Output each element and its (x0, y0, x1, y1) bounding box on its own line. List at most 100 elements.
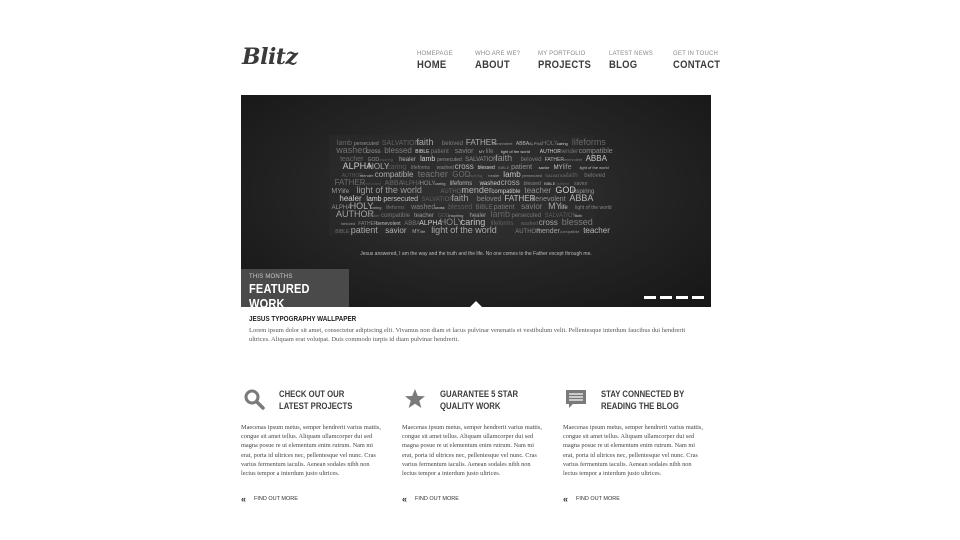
artwork-word: HOLY (542, 141, 558, 147)
artwork-word: lamb (420, 156, 435, 163)
artwork-word: SALVATION (545, 173, 567, 178)
find-out-more-link[interactable]: « FIND OUT MORE (241, 494, 298, 504)
artwork-word: ABBA (586, 154, 608, 163)
nav-item-contact[interactable]: GET IN TOUCH CONTACT (673, 50, 728, 72)
slider-dot[interactable] (644, 296, 656, 299)
feature-text: Maecenas ipsum metus, semper hendrerit v… (241, 424, 381, 478)
artwork-word: FATHER (545, 157, 565, 163)
artwork-word: HOLY (420, 181, 436, 187)
artwork-word: benevolent (493, 141, 513, 146)
nav-item-home[interactable]: HOMEPAGE HOME (417, 50, 453, 72)
artwork-word: mender (366, 213, 380, 218)
slider-pagination (644, 296, 704, 299)
artwork-word: caring (557, 141, 568, 146)
artwork-word: cross (539, 218, 558, 227)
artwork-word: light of the world (431, 225, 497, 235)
artwork-word: washed (521, 221, 538, 227)
artwork-word: persecuted (522, 173, 542, 178)
artwork-word: mender (558, 149, 578, 155)
nav-label: ABOUT (475, 59, 510, 71)
artwork-word: persecuted (383, 196, 418, 203)
artwork-quote: Jesus answered, I am the way and the tru… (360, 251, 592, 257)
artwork-word: life (563, 164, 572, 171)
artwork-word: ABBA (404, 221, 420, 227)
artwork-word: blessed (448, 204, 472, 211)
artwork-word: faith (566, 173, 577, 179)
artwork-word: compatible (375, 170, 414, 179)
find-out-more-link[interactable]: « FIND OUT MORE (563, 495, 620, 504)
artwork-word: compatible (381, 213, 411, 219)
main-navigation: HOMEPAGE HOME WHO ARE WE? ABOUT MY PORTF… (0, 50, 960, 80)
double-chevron-left-icon: « (241, 494, 247, 504)
feature-title: STAY CONNECTED BY READING THE BLOG (601, 389, 685, 411)
slider-dot[interactable] (692, 296, 704, 299)
featured-slider[interactable]: lamb persecuted SALVATION faith beloved FATHE… (241, 95, 711, 307)
artwork-word: savior (385, 226, 407, 235)
artwork-word: ABBA (516, 141, 530, 147)
featured-kicker: THIS MONTHS (249, 274, 293, 280)
artwork-word: patient (431, 149, 449, 155)
nav-subtitle: WHO ARE WE? (475, 51, 521, 57)
artwork-word: cross (501, 178, 520, 187)
nav-label: HOME (417, 59, 447, 71)
artwork-word: beloved (442, 141, 463, 147)
artwork-word: BIBLE (415, 149, 430, 155)
feature-text: Maecenas ipsum metus, semper hendrerit v… (563, 424, 703, 478)
artwork-word: inspiring (467, 173, 482, 178)
artwork-word: teacher (414, 213, 434, 219)
nav-subtitle: LATEST NEWS (609, 51, 653, 57)
artwork-word: life (486, 149, 494, 155)
nav-subtitle: MY PORTFOLIO (538, 51, 586, 57)
artwork-word: life (420, 229, 426, 234)
feature-text: Maecenas ipsum metus, semper hendrerit v… (402, 424, 542, 478)
artwork-word: light of the world (356, 185, 422, 195)
artwork-word: savior (574, 181, 588, 187)
slider-pointer (470, 301, 482, 307)
artwork-word: savior (455, 148, 474, 155)
artwork-word: ABBA (569, 193, 593, 203)
artwork-word: faith (416, 137, 433, 147)
artwork-word: mender (536, 228, 560, 235)
nav-subtitle: HOMEPAGE (417, 51, 453, 57)
nav-item-projects[interactable]: MY PORTFOLIO PROJECTS (538, 50, 600, 72)
find-out-more-link[interactable]: « FIND OUT MORE (402, 495, 459, 504)
artwork-word: lifeforms (572, 137, 607, 147)
feature-title: GUARANTEE 5 STAR QUALITY WORK (440, 389, 519, 411)
artwork-word: beloved (477, 196, 502, 203)
artwork-word: light of the world (575, 205, 612, 211)
artwork-word: faith (451, 193, 468, 203)
nav-label: BLOG (609, 59, 638, 71)
artwork-word: patient (351, 225, 379, 235)
search-icon (244, 389, 265, 410)
artwork-word: light of the world (580, 165, 609, 170)
slider-dot[interactable] (660, 296, 672, 299)
artwork-word: blessed (384, 146, 412, 155)
artwork-word: washed (410, 204, 435, 211)
artwork-word: benevolent (563, 157, 583, 162)
artwork-word: savior (521, 202, 543, 211)
artwork-word: ALPHA (529, 141, 542, 146)
star-icon (405, 389, 425, 408)
featured-title: FEATURED WORK (249, 281, 310, 307)
artwork-word: cross (366, 149, 380, 155)
artwork-word: BIBLE (335, 229, 350, 235)
artwork-word: MY (412, 229, 420, 235)
find-out-more-label: FIND OUT MORE (254, 496, 298, 502)
artwork-word: faith (495, 153, 512, 163)
artwork-word: caring (435, 181, 446, 186)
nav-item-about[interactable]: WHO ARE WE? ABOUT (475, 50, 520, 72)
find-out-more-label: FIND OUT MORE (415, 496, 459, 502)
find-out-more-label: FIND OUT MORE (576, 496, 620, 502)
nav-item-blog[interactable]: LATEST NEWS BLOG (609, 50, 653, 72)
artwork-word: SALVATION (421, 197, 453, 203)
artwork-word: beloved (521, 157, 542, 163)
artwork-word: washed (335, 145, 367, 155)
artwork-word: lamb (491, 209, 511, 219)
artwork-word: MY (479, 149, 485, 154)
artwork-word: savior (539, 165, 550, 170)
artwork-word: teacher (418, 169, 448, 179)
artwork-word: persecuted (512, 213, 542, 219)
slider-dot[interactable] (676, 296, 688, 299)
artwork-word: life (560, 205, 568, 211)
nav-label: CONTACT (673, 59, 721, 71)
